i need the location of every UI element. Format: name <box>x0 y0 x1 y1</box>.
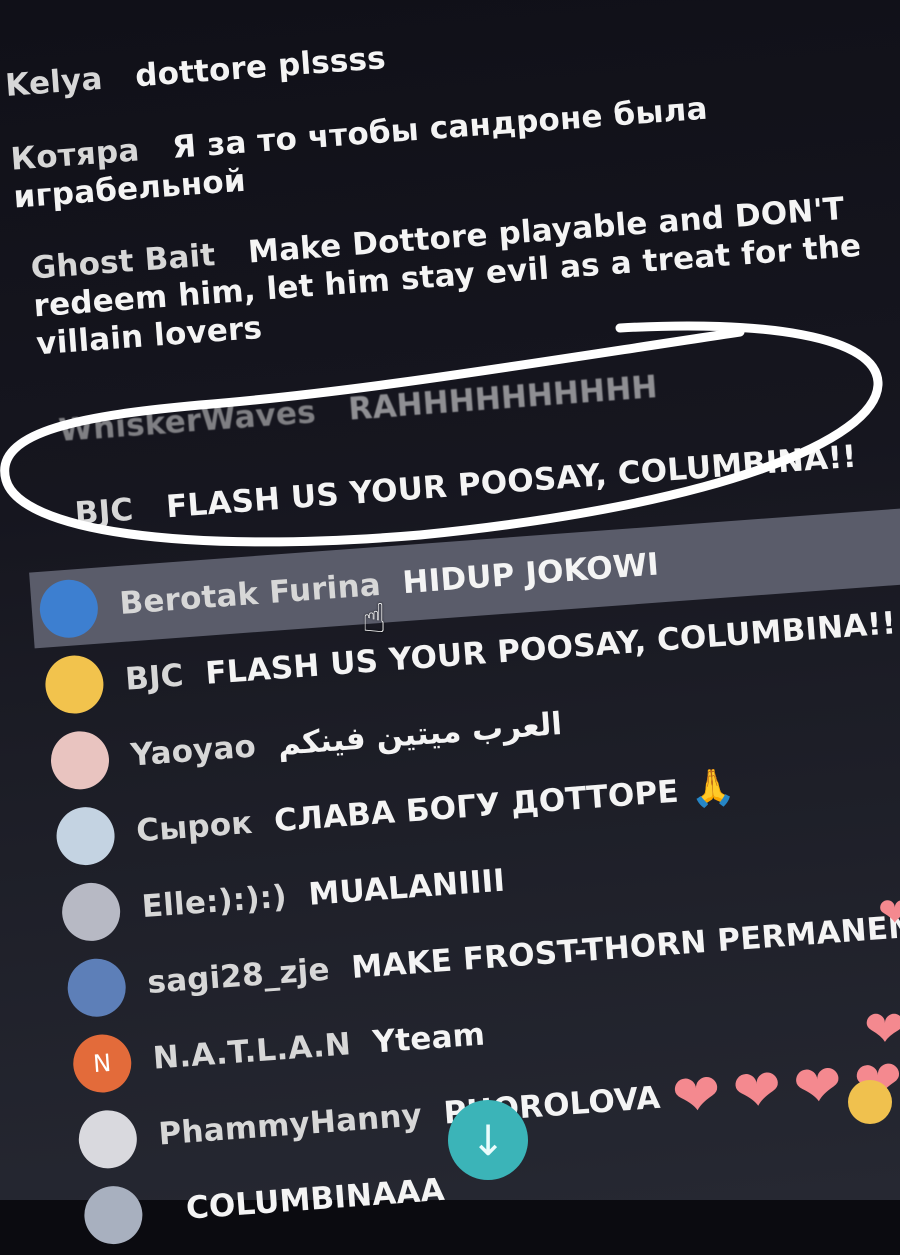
avatar[interactable] <box>37 577 100 640</box>
chat-text: RAHHHHHHHHHH <box>347 369 659 428</box>
chat-list[interactable]: Kelya dottore plssss Котяра Я за то чтоб… <box>0 0 900 1255</box>
avatar[interactable] <box>48 729 112 792</box>
arrow-down-icon: ↓ <box>470 1115 506 1165</box>
chat-username[interactable]: WhiskerWaves <box>58 394 317 449</box>
chat-username[interactable]: Сырок <box>135 804 254 850</box>
avatar[interactable]: N <box>71 1032 134 1095</box>
chat-text: Yteam <box>371 1016 487 1061</box>
avatar[interactable] <box>65 956 128 1019</box>
chat-text: dottore plssss <box>134 40 387 95</box>
chat-username[interactable]: BJC <box>74 492 135 532</box>
chat-text: FLASH US YOUR POOSAY, COLUMBINA!! <box>164 438 858 526</box>
livestream-chat-screen: Kelya dottore plssss Котяра Я за то чтоб… <box>0 0 900 1247</box>
chat-username[interactable]: Elle:):):) <box>141 878 289 927</box>
hand-pointer-icon: ☝ <box>362 596 387 642</box>
heart-icon: ❤ <box>864 1000 900 1058</box>
chat-text: HIDUP JOKOWI <box>401 546 661 602</box>
chat-username[interactable]: Kelya <box>4 61 104 104</box>
avatar[interactable] <box>54 805 117 868</box>
chat-username[interactable]: Yaoyao <box>129 727 257 774</box>
heart-icon: ❤ <box>791 1050 845 1122</box>
chat-message: Kelya dottore plssss <box>0 3 884 106</box>
chat-text: COLUMBINAAA <box>184 1171 446 1227</box>
avatar[interactable] <box>76 1108 139 1171</box>
avatar[interactable] <box>43 653 106 716</box>
chat-username[interactable]: Berotak Furina <box>118 566 382 623</box>
avatar[interactable] <box>60 880 123 943</box>
chat-username[interactable]: sagi28_zje <box>146 951 331 1002</box>
chat-message: Котяра Я за то чтобы сандроне была играб… <box>0 90 713 218</box>
chat-message: Ghost Bait Make Dottore playable and DON… <box>6 184 900 365</box>
heart-icon: ❤ <box>669 1059 724 1131</box>
chat-text: العرب ميتين فينكم <box>276 706 564 763</box>
scroll-to-bottom-button[interactable]: ↓ <box>448 1100 528 1180</box>
chat-text: MUALANIIII <box>307 862 507 913</box>
heart-icon: ❤ <box>730 1054 785 1127</box>
chat-username[interactable]: N.A.T.L.A.N <box>152 1025 353 1077</box>
praying-hands-icon: 🙏 <box>689 766 737 811</box>
chat-message: WhiskerWaves RAHHHHHHHHHH <box>18 348 900 453</box>
emoji-face-icon <box>848 1080 892 1124</box>
heart-icon: ❤ <box>878 890 900 936</box>
chat-username[interactable]: BJC <box>124 657 185 699</box>
chat-username[interactable]: PhammyHanny <box>157 1096 423 1153</box>
chat-text: СЛАВА БОГУ ДОТТОРЕ <box>272 773 680 840</box>
avatar[interactable] <box>82 1184 145 1247</box>
